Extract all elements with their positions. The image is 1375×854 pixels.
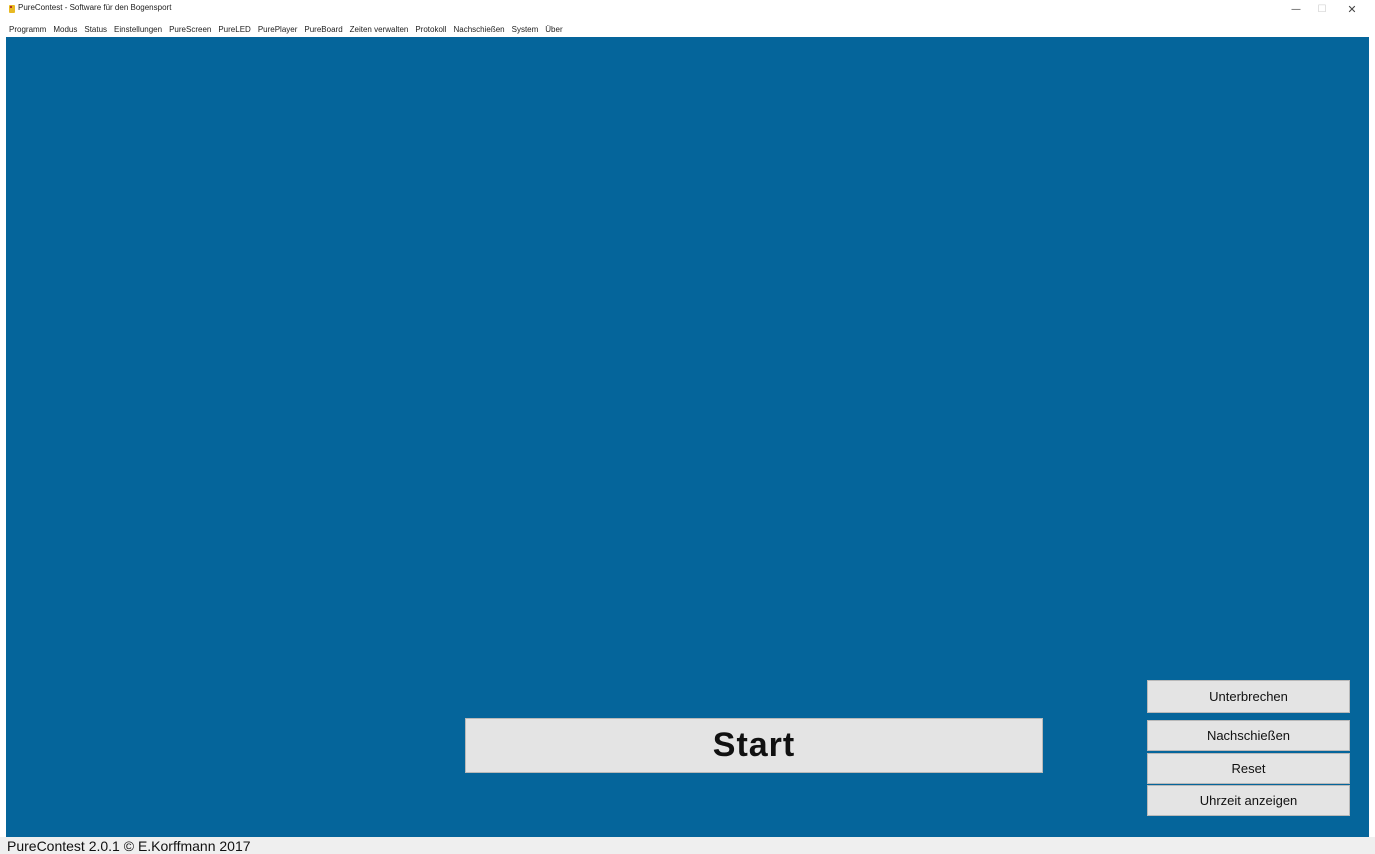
window-title: PureContest - Software für den Bogenspor… bbox=[18, 3, 172, 12]
reshoot-button[interactable]: Nachschießen bbox=[1147, 720, 1350, 751]
menu-system[interactable]: System bbox=[512, 25, 539, 34]
copyright-text: PureContest 2.0.1 © E.Korffmann 2017 bbox=[7, 838, 251, 854]
reset-button[interactable]: Reset bbox=[1147, 753, 1350, 784]
title-bar[interactable]: PureContest - Software für den Bogenspor… bbox=[0, 0, 1375, 20]
menu-nachschiessen[interactable]: Nachschießen bbox=[453, 25, 504, 34]
maximize-button[interactable]: ☐ bbox=[1307, 3, 1337, 17]
menu-bar: Programm Modus Status Einstellungen Pure… bbox=[0, 21, 1375, 37]
app-window: PureContest - Software für den Bogenspor… bbox=[0, 0, 1375, 854]
menu-purescreen[interactable]: PureScreen bbox=[169, 25, 211, 34]
menu-programm[interactable]: Programm bbox=[9, 25, 46, 34]
show-time-button[interactable]: Uhrzeit anzeigen bbox=[1147, 785, 1350, 816]
menu-pureboard[interactable]: PureBoard bbox=[304, 25, 342, 34]
menu-protokoll[interactable]: Protokoll bbox=[415, 25, 446, 34]
timer-display-area: Start Unterbrechen Nachschießen Reset Uh… bbox=[6, 37, 1369, 837]
menu-modus[interactable]: Modus bbox=[53, 25, 77, 34]
status-bar: PureContest 2.0.1 © E.Korffmann 2017 bbox=[0, 837, 1375, 854]
menu-ueber[interactable]: Über bbox=[545, 25, 562, 34]
start-button[interactable]: Start bbox=[465, 718, 1043, 773]
menu-zeiten-verwalten[interactable]: Zeiten verwalten bbox=[350, 25, 409, 34]
interrupt-button[interactable]: Unterbrechen bbox=[1147, 680, 1350, 713]
menu-einstellungen[interactable]: Einstellungen bbox=[114, 25, 162, 34]
menu-status[interactable]: Status bbox=[84, 25, 107, 34]
close-button[interactable]: ✕ bbox=[1337, 3, 1367, 17]
app-logo-icon bbox=[9, 5, 15, 13]
menu-pureplayer[interactable]: PurePlayer bbox=[258, 25, 298, 34]
menu-pureled[interactable]: PureLED bbox=[218, 25, 250, 34]
